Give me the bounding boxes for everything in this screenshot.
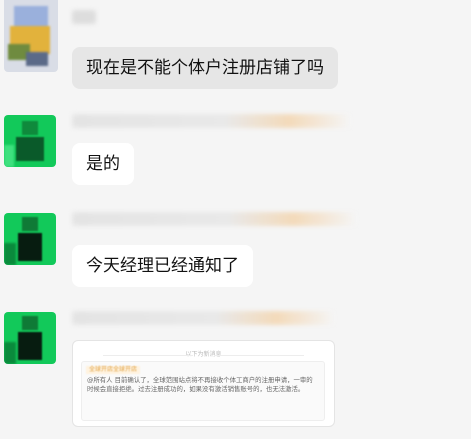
new-messages-divider: 以下为新消息 — [73, 351, 334, 359]
message-bubble[interactable]: 今天经理已经通知了 — [72, 245, 253, 287]
avatar-pixel — [22, 121, 38, 135]
sender-name-blurred — [72, 212, 356, 226]
sender-name-blurred — [72, 114, 350, 128]
announcement-tag: 全球开店全球开店 — [86, 366, 141, 374]
avatar-pixel — [18, 332, 42, 360]
divider-line — [103, 355, 193, 356]
avatar-pixel — [22, 217, 38, 231]
announcement-text: @所有人 目前确认了，全球范围站点将不再接收个体工商户的注册申请，一审的时候会直… — [87, 376, 313, 393]
message-text: 是的 — [86, 154, 120, 174]
shared-screenshot-card[interactable]: 以下为新消息 全球开店全球开店 @所有人 目前确认了，全球范围站点将不再接收个体… — [72, 340, 335, 427]
sender-name-blurred — [72, 311, 334, 325]
message-bubble[interactable]: 是的 — [72, 143, 134, 185]
avatar-pixel — [26, 52, 48, 66]
avatar-pixel — [4, 243, 16, 265]
sender-name-blurred — [72, 10, 96, 24]
avatar-user-3[interactable] — [4, 213, 56, 265]
message-text: 今天经理已经通知了 — [86, 256, 239, 276]
avatar-pixel — [4, 145, 14, 167]
avatar-user-1[interactable] — [4, 0, 58, 72]
avatar-pixel — [4, 342, 16, 364]
divider-line — [214, 355, 304, 356]
announcement-box: 全球开店全球开店 @所有人 目前确认了，全球范围站点将不再接收个体工商户的注册申… — [81, 361, 325, 421]
message-bubble[interactable]: 现在是不能个体户注册店铺了吗 — [72, 47, 338, 89]
avatar-pixel — [16, 137, 44, 161]
avatar-pixel — [22, 316, 38, 330]
avatar-user-2[interactable] — [4, 115, 56, 167]
avatar-pixel — [18, 233, 42, 261]
avatar-user-4[interactable] — [4, 312, 56, 364]
message-text: 现在是不能个体户注册店铺了吗 — [86, 58, 324, 78]
